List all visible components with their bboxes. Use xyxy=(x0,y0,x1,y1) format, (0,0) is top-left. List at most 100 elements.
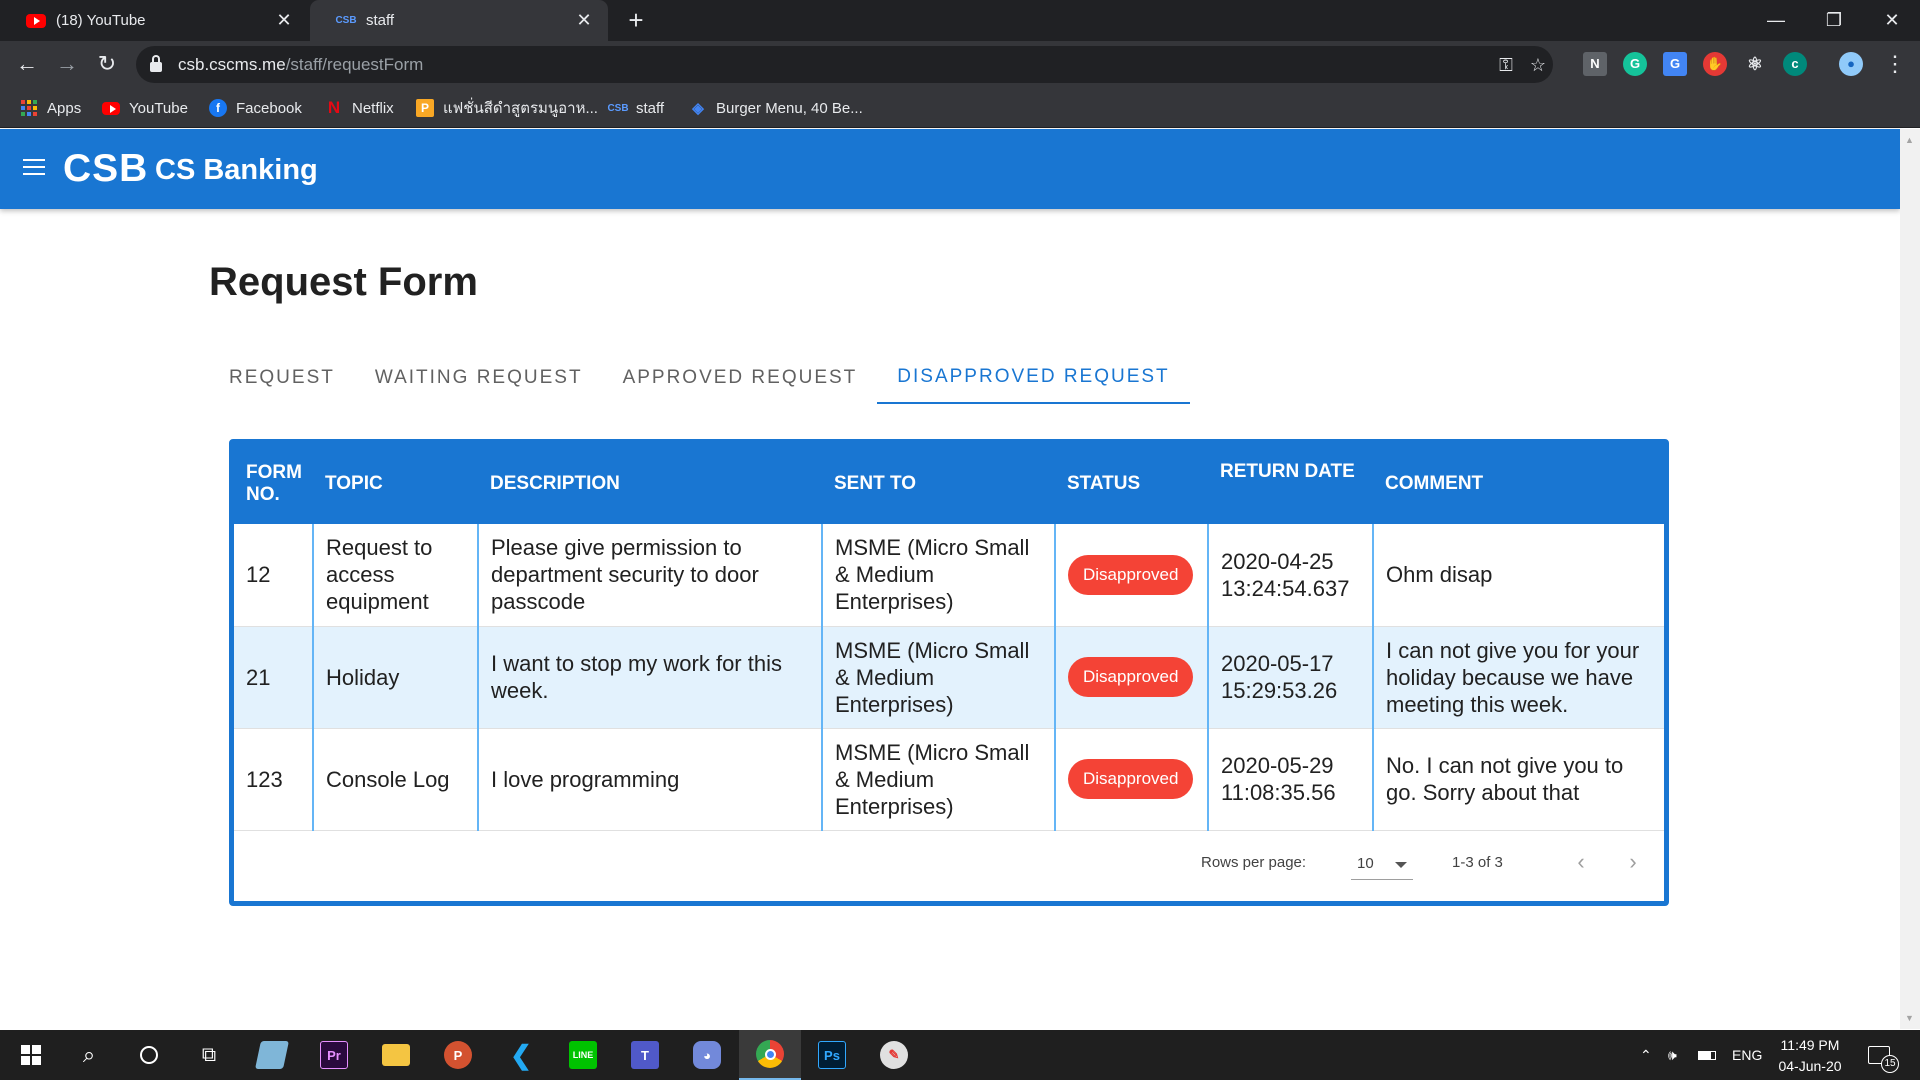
header-form-no[interactable]: FORM NO. xyxy=(234,444,313,524)
cell-topic: Console Log xyxy=(313,728,479,831)
minimize-icon[interactable]: — xyxy=(1748,0,1804,41)
youtube-icon xyxy=(26,13,46,28)
header-status[interactable]: STATUS xyxy=(1055,444,1208,524)
key-icon[interactable]: ⚿ xyxy=(1494,53,1518,77)
cell-form-no: 12 xyxy=(234,524,314,627)
header-comment[interactable]: COMMENT xyxy=(1373,444,1664,524)
tray-chevron-icon[interactable]: ⌃ xyxy=(1640,1030,1652,1080)
previous-page-icon[interactable]: ‹ xyxy=(1566,847,1596,877)
react-devtools-icon[interactable]: ⚛ xyxy=(1743,52,1767,76)
browser-toolbar: ← → ↻ csb.cscms.me/staff/requestForm ⚿ ☆… xyxy=(0,41,1920,88)
close-window-icon[interactable]: ✕ xyxy=(1864,0,1920,41)
task-view-icon[interactable]: ⧉ xyxy=(178,1030,240,1080)
cell-description: Please give permission to department sec… xyxy=(478,524,823,627)
cell-status: Disapproved xyxy=(1055,524,1209,627)
hamburger-menu-icon[interactable] xyxy=(23,159,47,177)
photoshop-icon[interactable]: Ps xyxy=(801,1030,863,1080)
taskbar-clock[interactable]: 11:49 PM 04-Jun-20 xyxy=(1755,1035,1865,1077)
file-explorer-icon[interactable] xyxy=(365,1030,427,1080)
header-topic[interactable]: TOPIC xyxy=(313,444,478,524)
table-row[interactable]: 123 Console Log I love programming MSME … xyxy=(234,728,1664,831)
tab-request[interactable]: REQUEST xyxy=(209,352,355,404)
close-tab-icon[interactable]: ✕ xyxy=(574,10,594,31)
windows-start-icon[interactable] xyxy=(0,1030,62,1080)
cell-sent-to: MSME (Micro Small & Medium Enterprises) xyxy=(822,728,1056,831)
pagination-range: 1-3 of 3 xyxy=(1452,854,1503,871)
new-tab-button[interactable]: + xyxy=(620,6,652,36)
cell-status: Disapproved xyxy=(1055,626,1209,729)
profile-avatar[interactable]: ● xyxy=(1839,52,1863,76)
rows-per-page-value: 10 xyxy=(1357,855,1374,872)
cell-comment: I can not give you for your holiday beca… xyxy=(1373,626,1664,729)
back-icon[interactable]: ← xyxy=(12,49,42,79)
header-sent-to[interactable]: SENT TO xyxy=(822,444,1055,524)
google-translate-icon[interactable]: G xyxy=(1663,52,1687,76)
bookmark-p-icon: P xyxy=(416,99,434,117)
browser-tab-youtube[interactable]: (18) YouTube ✕ xyxy=(0,0,308,41)
chrome-icon[interactable] xyxy=(739,1030,801,1080)
teams-icon[interactable]: T xyxy=(614,1030,676,1080)
cell-comment: No. I can not give you to go. Sorry abou… xyxy=(1373,728,1664,831)
table-row[interactable]: 12 Request to access equipment Please gi… xyxy=(234,524,1664,627)
grammarly-icon[interactable]: G xyxy=(1623,52,1647,76)
powerpoint-icon[interactable]: P xyxy=(427,1030,489,1080)
restore-icon[interactable]: ❐ xyxy=(1806,0,1862,41)
cell-sent-to: MSME (Micro Small & Medium Enterprises) xyxy=(822,626,1056,729)
header-description[interactable]: DESCRIPTION xyxy=(478,444,822,524)
rows-per-page-select[interactable]: 10 xyxy=(1351,850,1413,880)
close-tab-icon[interactable]: ✕ xyxy=(274,10,294,31)
bookmark-netflix[interactable]: N Netflix xyxy=(325,88,394,128)
status-badge: Disapproved xyxy=(1068,759,1194,799)
netflix-icon: N xyxy=(327,98,341,117)
scroll-up-icon[interactable]: ▲ xyxy=(1905,135,1914,145)
line-icon[interactable]: LINE xyxy=(552,1030,614,1080)
bookmark-burger-menu[interactable]: ◈ Burger Menu, 40 Be... xyxy=(689,88,863,128)
cell-description: I love programming xyxy=(478,728,823,831)
extension-c-icon[interactable]: c xyxy=(1783,52,1807,76)
cell-sent-to: MSME (Micro Small & Medium Enterprises) xyxy=(822,524,1056,627)
chevron-down-icon xyxy=(1395,862,1407,868)
cell-description: I want to stop my work for this week. xyxy=(478,626,823,729)
page-scrollbar[interactable]: ▲ ▼ xyxy=(1900,129,1920,1029)
bookmark-apps[interactable]: Apps xyxy=(20,88,81,128)
scroll-down-icon[interactable]: ▼ xyxy=(1905,1013,1914,1023)
forward-icon[interactable]: → xyxy=(52,49,82,79)
clock-time: 11:49 PM xyxy=(1780,1037,1840,1053)
menu-kebab-icon[interactable]: ⋮ xyxy=(1880,49,1910,79)
header-return-date[interactable]: RETURN DATE xyxy=(1208,444,1373,524)
tab-waiting-request[interactable]: WAITING REQUEST xyxy=(355,352,603,404)
brand-logo[interactable]: CSB xyxy=(63,147,148,191)
cell-return-date: 2020-05-29 11:08:35.56 xyxy=(1208,728,1374,831)
tab-approved-request[interactable]: APPROVED REQUEST xyxy=(603,352,878,404)
bookmark-thai-recipe[interactable]: P แฟชั่นสีดำสูตรมนูอาห... xyxy=(416,88,598,128)
windows-taskbar: ⌕ ⧉ Pr P ❮ LINE T ◕ Ps ✎ ⌃ 🕪 ENG 11:49 P… xyxy=(0,1030,1920,1080)
bookmark-facebook[interactable]: f Facebook xyxy=(209,88,302,128)
cell-return-date: 2020-05-17 15:29:53.26 xyxy=(1208,626,1374,729)
reload-icon[interactable]: ↻ xyxy=(92,49,122,79)
extension-n-icon[interactable]: N xyxy=(1583,52,1607,76)
cortana-icon[interactable] xyxy=(118,1030,180,1080)
next-page-icon[interactable]: › xyxy=(1618,847,1648,877)
notepad-icon[interactable] xyxy=(241,1030,303,1080)
table-row[interactable]: 21 Holiday I want to stop my work for th… xyxy=(234,626,1664,729)
discord-icon[interactable]: ◕ xyxy=(676,1030,738,1080)
notification-center-icon[interactable]: 15 xyxy=(1868,1030,1899,1080)
search-icon[interactable]: ⌕ xyxy=(58,1030,120,1080)
paint-icon[interactable]: ✎ xyxy=(863,1030,925,1080)
tab-disapproved-request[interactable]: DISAPPROVED REQUEST xyxy=(877,352,1190,404)
table-header-row: FORM NO. TOPIC DESCRIPTION SENT TO STATU… xyxy=(234,444,1664,524)
battery-icon[interactable] xyxy=(1698,1030,1716,1080)
browser-tab-staff[interactable]: CSB staff ✕ xyxy=(310,0,608,41)
table-pagination: Rows per page: 10 1-3 of 3 ‹ › xyxy=(234,827,1664,901)
premiere-pro-icon[interactable]: Pr xyxy=(303,1030,365,1080)
bookmark-youtube[interactable]: YouTube xyxy=(102,88,188,128)
extension-hand-icon[interactable]: ✋ xyxy=(1703,52,1727,76)
bookmark-staff[interactable]: CSB staff xyxy=(607,88,664,128)
star-icon[interactable]: ☆ xyxy=(1526,53,1550,77)
vscode-icon[interactable]: ❮ xyxy=(490,1030,552,1080)
csb-icon: CSB xyxy=(335,15,357,26)
volume-icon[interactable]: 🕪 xyxy=(1668,1030,1677,1080)
cell-status: Disapproved xyxy=(1055,728,1209,831)
cell-return-date: 2020-04-25 13:24:54.637 xyxy=(1208,524,1374,627)
address-bar[interactable]: csb.cscms.me/staff/requestForm ⚿ ☆ xyxy=(136,46,1553,83)
